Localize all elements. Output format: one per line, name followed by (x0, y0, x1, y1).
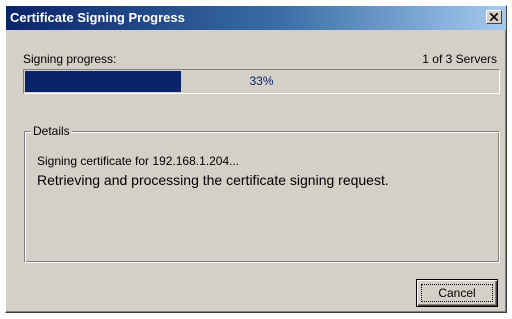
details-legend: Details (31, 124, 72, 138)
close-icon (490, 13, 498, 21)
progress-label: Signing progress: (23, 52, 117, 66)
progress-percent: 33% (249, 74, 274, 88)
server-count: 1 of 3 Servers (422, 52, 497, 66)
progress-bar: 33% (23, 69, 500, 94)
details-group: Details Signing certificate for 192.168.… (24, 124, 500, 263)
cancel-button[interactable]: Cancel (416, 279, 498, 307)
certificate-signing-dialog: Certificate Signing Progress Signing pro… (5, 5, 507, 313)
title-bar[interactable]: Certificate Signing Progress (6, 6, 506, 30)
window-title: Certificate Signing Progress (10, 10, 185, 25)
details-message-line: Retrieving and processing the certificat… (37, 172, 389, 188)
cancel-button-label: Cancel (421, 284, 493, 302)
details-status-line: Signing certificate for 192.168.1.204... (37, 154, 240, 168)
close-button[interactable] (486, 10, 502, 24)
